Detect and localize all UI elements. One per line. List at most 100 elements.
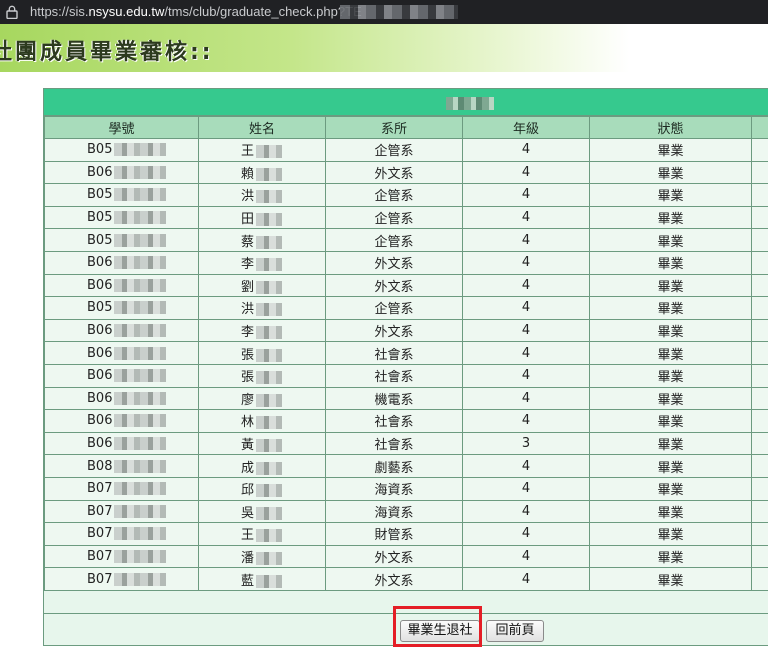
student-id-text: B05 (87, 142, 113, 158)
cell-department: 外文系 (325, 544, 463, 569)
redaction (114, 527, 167, 541)
redaction (114, 301, 167, 315)
student-id-text: B06 (87, 390, 113, 406)
redaction (256, 393, 283, 407)
cell-student-id: B06 (44, 409, 199, 433)
cell-name: 王 (198, 522, 326, 546)
cell-status: 畢業 (589, 499, 752, 524)
table-row: B05 洪 企管系 4 畢業 (44, 183, 768, 207)
cell-extra (751, 409, 768, 433)
name-text: 邱 (241, 483, 255, 499)
cell-grade: 4 (462, 409, 590, 433)
table-row: B06 李 外文系 4 畢業 (44, 318, 768, 343)
redaction (114, 482, 167, 496)
redaction (114, 278, 167, 292)
student-id-text: B05 (87, 300, 113, 316)
cell-grade: 4 (462, 544, 590, 569)
col-header-department: 系所 (325, 116, 463, 139)
url-redaction (340, 5, 458, 19)
col-header-extra (751, 116, 768, 139)
cell-student-id: B08 (44, 454, 199, 478)
cell-name: 成 (198, 454, 326, 478)
name-text: 洪 (241, 302, 255, 318)
redaction (114, 459, 167, 473)
redaction (256, 348, 283, 362)
redaction (114, 504, 167, 518)
redaction (114, 211, 167, 225)
back-button[interactable]: 回前頁 (486, 620, 544, 642)
cell-name: 賴 (198, 160, 326, 185)
redaction (114, 256, 167, 270)
cell-status: 畢業 (589, 160, 752, 185)
table-row: B07 藍 外文系 4 畢業 (44, 567, 768, 591)
student-id-text: B06 (87, 323, 113, 339)
table-row: B07 吳 海資系 4 畢業 (44, 499, 768, 524)
url-text: https://sis.nsysu.edu.tw/tms/club/gradua… (30, 4, 362, 19)
table-row: B05 田 企管系 4 畢業 (44, 205, 768, 230)
name-text: 李 (241, 257, 255, 273)
graduate-quit-club-button[interactable]: 畢業生退社 (400, 620, 480, 642)
cell-student-id: B06 (44, 273, 199, 298)
student-id-text: B06 (87, 255, 113, 271)
cell-department: 海資系 (325, 499, 463, 524)
table-row: B08 成 劇藝系 4 畢業 (44, 454, 768, 478)
student-id-text: B08 (87, 458, 113, 474)
redaction (256, 190, 283, 204)
cell-department: 社會系 (325, 431, 463, 456)
cell-department: 外文系 (325, 567, 463, 591)
redaction (256, 145, 283, 159)
table-row: B06 林 社會系 4 畢業 (44, 409, 768, 433)
redaction (114, 165, 167, 179)
cell-student-id: B06 (44, 431, 199, 456)
cell-department: 劇藝系 (325, 454, 463, 478)
address-bar[interactable]: https://sis.nsysu.edu.tw/tms/club/gradua… (0, 0, 768, 24)
redaction (256, 551, 283, 565)
cell-grade: 4 (462, 454, 590, 478)
table-row: B06 廖 機電系 4 畢業 (44, 386, 768, 411)
cell-student-id: B07 (44, 567, 199, 591)
cell-name: 林 (198, 409, 326, 433)
table-row: B06 張 社會系 4 畢業 (44, 363, 768, 388)
cell-extra (751, 205, 768, 230)
cell-grade: 4 (462, 567, 590, 591)
cell-student-id: B05 (44, 205, 199, 230)
cell-grade: 3 (462, 431, 590, 456)
cell-name: 張 (198, 363, 326, 388)
cell-name: 張 (198, 341, 326, 365)
cell-grade: 4 (462, 341, 590, 365)
cell-status: 畢業 (589, 205, 752, 230)
cell-department: 外文系 (325, 250, 463, 275)
caption-redaction (446, 97, 494, 110)
cell-grade: 4 (462, 228, 590, 252)
cell-department: 財管系 (325, 522, 463, 546)
graduate-table: 學號 姓名 系所 年級 狀態 B05 王企管系 4 畢業 B06 賴外文系 4 畢業 B05 洪企… (43, 88, 768, 646)
cell-name: 劉 (198, 273, 326, 298)
cell-extra (751, 431, 768, 456)
name-text: 林 (241, 415, 255, 431)
member-table: 學號 姓名 系所 年級 狀態 B05 王企管系 4 畢業 B06 賴外文系 4 畢業 B05 洪企… (44, 116, 768, 591)
cell-extra (751, 522, 768, 546)
cell-grade: 4 (462, 476, 590, 501)
cell-name: 王 (198, 138, 326, 162)
redaction (114, 188, 167, 202)
redaction (114, 437, 167, 451)
cell-grade: 4 (462, 363, 590, 388)
redaction (114, 414, 167, 428)
redaction (114, 324, 167, 338)
cell-status: 畢業 (589, 544, 752, 569)
cell-status: 畢業 (589, 363, 752, 388)
table-caption (44, 89, 768, 116)
cell-student-id: B05 (44, 138, 199, 162)
redaction (256, 167, 283, 181)
cell-student-id: B07 (44, 476, 199, 501)
cell-grade: 4 (462, 499, 590, 524)
table-row: B06 李 外文系 4 畢業 (44, 250, 768, 275)
cell-extra (751, 160, 768, 185)
cell-extra (751, 318, 768, 343)
col-header-grade: 年級 (462, 116, 590, 139)
name-text: 王 (241, 528, 255, 544)
name-text: 張 (241, 347, 255, 363)
cell-extra (751, 341, 768, 365)
name-text: 黃 (241, 438, 255, 454)
cell-grade: 4 (462, 250, 590, 275)
